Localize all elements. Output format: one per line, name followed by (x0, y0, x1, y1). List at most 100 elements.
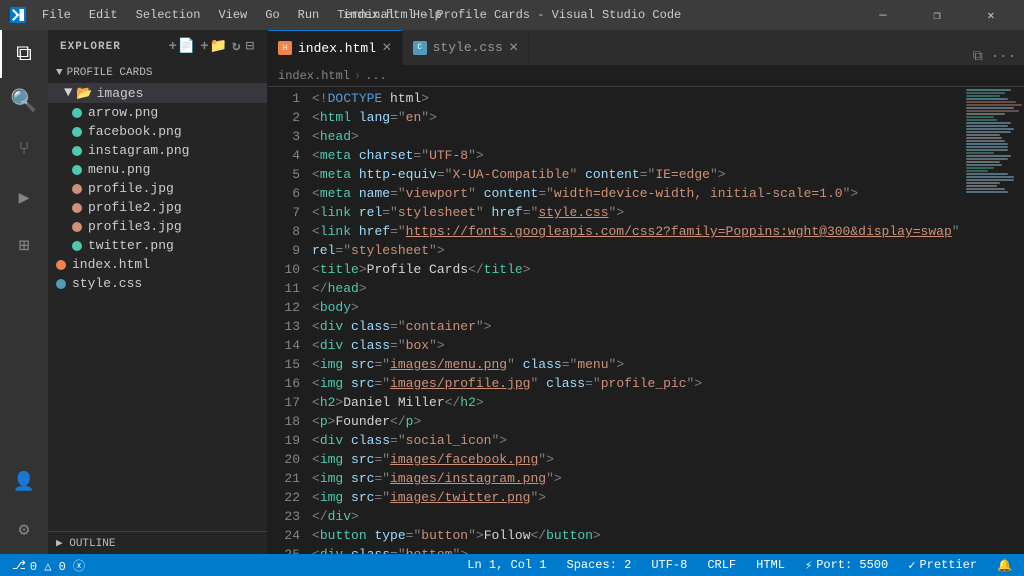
file-arrow-png[interactable]: arrow.png (48, 103, 267, 122)
code-line: <img src="images/twitter.png"> (312, 488, 964, 507)
refresh-icon[interactable]: ↻ (232, 38, 241, 55)
code-line: <img src="images/facebook.png"> (312, 450, 964, 469)
file-label: style.css (72, 276, 142, 291)
close-button[interactable]: ✕ (968, 0, 1014, 30)
html-tab-icon: H (278, 41, 292, 55)
encoding-setting[interactable]: UTF-8 (647, 558, 691, 572)
code-line: </div> (312, 507, 964, 526)
jpg-file-icon (72, 184, 82, 194)
png-file-icon (72, 241, 82, 251)
file-label: arrow.png (88, 105, 158, 120)
account-icon: 👤 (13, 471, 35, 493)
split-editor-icon[interactable]: ⧉ (973, 49, 983, 65)
activity-settings[interactable]: ⚙ (0, 506, 48, 554)
activity-source-control[interactable]: ⑂ (0, 126, 48, 174)
tab-close-button[interactable]: × (509, 39, 519, 57)
status-bar: ⎇ 0 △ 0 ⓧ Ln 1, Col 1 Spaces: 2 UTF-8 CR… (0, 554, 1024, 576)
file-menu-png[interactable]: menu.png (48, 160, 267, 179)
file-style-css[interactable]: style.css (48, 274, 267, 293)
activity-explorer[interactable]: ⧉ (0, 30, 48, 78)
code-line: <head> (312, 127, 964, 146)
debug-icon: ▶ (19, 187, 30, 209)
new-folder-icon[interactable]: +📁 (200, 38, 228, 55)
activity-search[interactable]: 🔍 (0, 78, 48, 126)
tabs-bar: H index.html × C style.css × ⧉ ··· (268, 30, 1024, 65)
profile-cards-section[interactable]: ▼ PROFILE CARDS (48, 63, 267, 83)
code-line: <html lang="en"> (312, 108, 964, 127)
source-control-icon: ⑂ (19, 140, 30, 160)
live-server-icon: ⚡ (805, 558, 812, 573)
minimize-button[interactable]: — (860, 0, 906, 30)
git-icon: ⎇ (12, 558, 26, 573)
file-profile3-jpg[interactable]: profile3.jpg (48, 217, 267, 236)
code-line: <img src="images/profile.jpg" class="pro… (312, 374, 964, 393)
prettier[interactable]: ✓ Prettier (904, 558, 981, 573)
file-facebook-png[interactable]: facebook.png (48, 122, 267, 141)
chevron-right-icon: ▶ (56, 538, 69, 550)
menu-edit[interactable]: Edit (81, 6, 126, 24)
files-icon: ⧉ (16, 42, 32, 67)
language-mode[interactable]: HTML (752, 558, 789, 572)
git-branch[interactable]: ⎇ 0 △ 0 ⓧ (8, 557, 89, 574)
explorer-section: ▼ PROFILE CARDS ▼ 📂 images arrow.png fac… (48, 63, 267, 531)
png-file-icon (72, 127, 82, 137)
activity-debug[interactable]: ▶ (0, 174, 48, 222)
images-folder[interactable]: ▼ 📂 images (48, 83, 267, 103)
code-line: <img src="images/instagram.png"> (312, 469, 964, 488)
code-line: </head> (312, 279, 964, 298)
sidebar-title: EXPLORER (60, 41, 121, 53)
notifications[interactable]: 🔔 (993, 558, 1016, 573)
code-line: <img src="images/menu.png" class="menu"> (312, 355, 964, 374)
menu-go[interactable]: Go (257, 6, 287, 24)
tab-style-css[interactable]: C style.css × (403, 30, 530, 65)
outline-section[interactable]: ▶ OUTLINE (48, 531, 267, 554)
menu-view[interactable]: View (210, 6, 255, 24)
breadcrumb-symbol: ... (365, 69, 387, 83)
cursor-position[interactable]: Ln 1, Col 1 (463, 558, 550, 572)
status-bar-right: Ln 1, Col 1 Spaces: 2 UTF-8 CRLF HTML ⚡ … (463, 558, 1016, 573)
code-line: <p>Founder</p> (312, 412, 964, 431)
menu-file[interactable]: File (34, 6, 79, 24)
code-line: <button type="button">Follow</button> (312, 526, 964, 545)
file-twitter-png[interactable]: twitter.png (48, 236, 267, 255)
new-file-icon[interactable]: +📄 (168, 38, 196, 55)
file-profile-jpg[interactable]: profile.jpg (48, 179, 267, 198)
spaces-setting[interactable]: Spaces: 2 (563, 558, 636, 572)
window-title: index.html - Profile Cards - Visual Stud… (343, 8, 681, 22)
folder-open-icon: ▼ (64, 85, 72, 101)
menu-run[interactable]: Run (290, 6, 328, 24)
tab-close-button[interactable]: × (382, 39, 392, 57)
code-line: <div class="container"> (312, 317, 964, 336)
collapse-icon[interactable]: ⊟ (246, 38, 255, 55)
search-icon: 🔍 (10, 89, 37, 115)
images-folder-label: images (97, 86, 144, 101)
code-line: <body> (312, 298, 964, 317)
code-line: <!DOCTYPE html> (312, 89, 964, 108)
activity-account[interactable]: 👤 (0, 458, 48, 506)
file-label: profile.jpg (88, 181, 174, 196)
editor-content[interactable]: 12345 678910 1112131415 1617181920 21222… (268, 87, 1024, 554)
eol-setting[interactable]: CRLF (703, 558, 740, 572)
png-file-icon (72, 165, 82, 175)
code-line: <meta name="viewport" content="width=dev… (312, 184, 964, 203)
file-instagram-png[interactable]: instagram.png (48, 141, 267, 160)
file-label: menu.png (88, 162, 150, 177)
code-line: <div class="social_icon"> (312, 431, 964, 450)
app-icon (10, 7, 26, 23)
folder-color-icon: 📂 (76, 86, 92, 101)
file-profile2-jpg[interactable]: profile2.jpg (48, 198, 267, 217)
maximize-button[interactable]: ❐ (914, 0, 960, 30)
code-line: <meta http-equiv="X-UA-Compatible" conte… (312, 165, 964, 184)
outline-label: OUTLINE (69, 538, 115, 550)
code-editor[interactable]: <!DOCTYPE html> <html lang="en"> <head> … (308, 87, 964, 554)
line-numbers: 12345 678910 1112131415 1617181920 21222… (268, 87, 308, 554)
sidebar-actions: +📄 +📁 ↻ ⊟ (168, 38, 255, 55)
menu-selection[interactable]: Selection (128, 6, 209, 24)
more-actions-icon[interactable]: ··· (991, 49, 1016, 65)
file-index-html[interactable]: index.html (48, 255, 267, 274)
live-server[interactable]: ⚡ Port: 5500 (801, 558, 892, 573)
tab-index-html[interactable]: H index.html × (268, 30, 403, 65)
jpg-file-icon (72, 222, 82, 232)
activity-extensions[interactable]: ⊞ (0, 222, 48, 270)
code-line: <div class="bottom"> (312, 545, 964, 554)
